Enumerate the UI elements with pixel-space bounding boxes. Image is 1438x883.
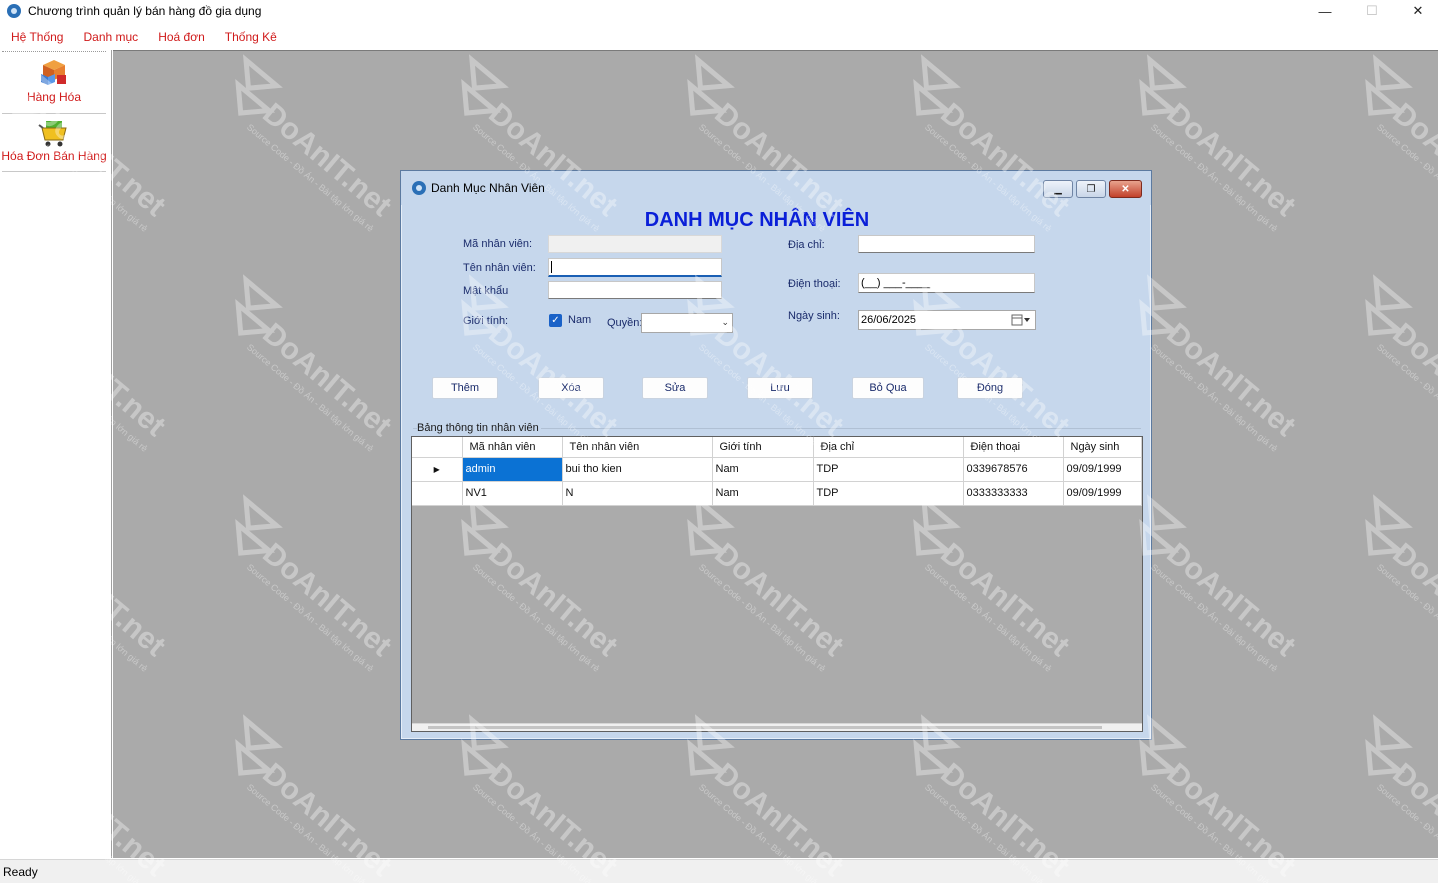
dia-chi-label: Địa chỉ: — [788, 239, 825, 251]
tool-hang-hoa[interactable]: Hàng Hóa — [0, 58, 108, 104]
column-header[interactable]: Ngày sinh — [1063, 437, 1142, 458]
calendar-icon — [1011, 314, 1030, 326]
ten-nhan-vien-label: Tên nhân viên: — [463, 262, 536, 274]
menu-bar: Hệ Thống Danh mục Hoá đơn Thống Kê — [0, 26, 1438, 48]
employee-window-title-bar: Danh Mục Nhân Viên ▁ ❐ ✕ — [401, 171, 1151, 205]
status-text: Ready — [3, 864, 38, 879]
menu-hoa-don[interactable]: Hoá đơn — [148, 30, 215, 44]
close-button[interactable]: ✕ — [1395, 0, 1438, 22]
row-header[interactable] — [412, 481, 463, 506]
table-cell[interactable]: admin — [462, 457, 563, 482]
table-cell[interactable]: TDP — [813, 457, 964, 482]
dong-button[interactable]: Đóng — [957, 377, 1023, 399]
table-cell[interactable]: bui tho kien — [562, 457, 713, 482]
tool-hoa-don-ban-hang[interactable]: Hóa Đơn Bán Hàng — [0, 119, 108, 163]
main-title-bar: Chương trình quản lý bán hàng đồ gia dụn… — [0, 0, 1438, 22]
table-cell[interactable]: Nam — [712, 481, 814, 506]
minimize-button[interactable]: — — [1302, 0, 1348, 22]
employee-form: DANH MỤC NHÂN VIÊN Mã nhân viên: Tên nhâ… — [407, 205, 1145, 732]
table-cell[interactable]: Nam — [712, 457, 814, 482]
gioi-tinh-checkbox[interactable]: ✓ — [549, 314, 562, 327]
shopping-cart-icon — [38, 121, 67, 147]
dien-thoai-field[interactable]: (__) ___-____ — [858, 273, 1035, 293]
grid-group-label: Bảng thông tin nhân viên — [417, 422, 541, 434]
table-cell[interactable]: 09/09/1999 — [1063, 481, 1142, 506]
ngay-sinh-label: Ngày sinh: — [788, 310, 840, 322]
tool-panel: Hàng Hóa Hóa Đơn Bán Hàng — [0, 50, 112, 858]
window-title: Chương trình quản lý bán hàng đồ gia dụn… — [28, 4, 262, 18]
employee-window-title: Danh Mục Nhân Viên — [431, 181, 545, 195]
text-caret — [551, 261, 552, 273]
tool-separator — [2, 113, 106, 114]
tool-separator — [2, 171, 106, 172]
column-header[interactable]: Giới tính — [712, 437, 814, 458]
table-cell[interactable]: NV1 — [462, 481, 563, 506]
ten-nhan-vien-field[interactable] — [548, 258, 722, 277]
employee-data-grid[interactable]: Mã nhân viên Tên nhân viên Giới tính Địa… — [411, 436, 1143, 732]
quyen-label: Quyền: — [607, 317, 643, 329]
xoa-button[interactable]: Xóa — [538, 377, 604, 399]
column-header[interactable]: Địa chỉ — [813, 437, 964, 458]
mat-khau-label: Mật khẩu — [463, 285, 509, 297]
maximize-button[interactable]: ☐ — [1349, 0, 1395, 22]
row-header-corner — [412, 437, 463, 458]
ma-nhan-vien-label: Mã nhân viên: — [463, 238, 533, 250]
tool-hoa-don-label: Hóa Đơn Bán Hàng — [1, 149, 107, 163]
table-row[interactable]: NV1 N Nam TDP 0333333333 09/09/1999 — [412, 481, 1142, 506]
table-cell[interactable]: N — [562, 481, 713, 506]
sua-button[interactable]: Sửa — [642, 377, 708, 399]
table-cell[interactable]: 09/09/1999 — [1063, 457, 1142, 482]
dia-chi-field[interactable] — [858, 235, 1035, 253]
child-close-button[interactable]: ✕ — [1109, 180, 1142, 198]
chevron-down-icon: ⌄ — [721, 317, 729, 327]
table-cell[interactable]: TDP — [813, 481, 964, 506]
menu-danh-muc[interactable]: Danh mục — [73, 30, 148, 44]
dien-thoai-label: Điện thoại: — [788, 278, 841, 290]
gioi-tinh-checkbox-label: Nam — [568, 314, 592, 326]
table-row[interactable]: ▶ admin bui tho kien Nam TDP 0339678576 … — [412, 457, 1142, 482]
window-icon — [412, 181, 426, 195]
menu-thong-ke[interactable]: Thống Kê — [215, 30, 287, 44]
status-bar: Ready — [0, 859, 1438, 883]
page-title: DANH MỤC NHÂN VIÊN — [644, 209, 870, 231]
column-header[interactable]: Tên nhân viên — [562, 437, 713, 458]
horizontal-scrollbar[interactable] — [412, 723, 1142, 731]
ngay-sinh-datepicker[interactable]: 26/06/2025 — [858, 310, 1036, 330]
bo-qua-button[interactable]: Bỏ Qua — [852, 377, 924, 399]
column-header[interactable]: Điện thoại — [963, 437, 1064, 458]
ngay-sinh-value: 26/06/2025 — [861, 314, 917, 326]
ma-nhan-vien-field[interactable] — [548, 235, 722, 253]
child-restore-button[interactable]: ❐ — [1076, 180, 1106, 198]
table-cell[interactable]: 0339678576 — [963, 457, 1064, 482]
app-icon — [7, 4, 21, 18]
child-minimize-button[interactable]: ▁ — [1043, 180, 1073, 198]
mat-khau-field[interactable] — [548, 281, 722, 299]
quyen-select[interactable]: ⌄ — [641, 313, 733, 333]
grid-header-row: Mã nhân viên Tên nhân viên Giới tính Địa… — [412, 437, 1142, 458]
them-button[interactable]: Thêm — [432, 377, 498, 399]
employee-window: Danh Mục Nhân Viên ▁ ❐ ✕ DANH MỤC NHÂN V… — [400, 170, 1152, 740]
luu-button[interactable]: Lưu — [747, 377, 813, 399]
tool-hang-hoa-label: Hàng Hóa — [26, 90, 82, 104]
grid-table: Mã nhân viên Tên nhân viên Giới tính Địa… — [412, 437, 1142, 506]
column-header[interactable]: Mã nhân viên — [462, 437, 563, 458]
current-row-indicator[interactable]: ▶ — [412, 457, 463, 482]
menu-he-thong[interactable]: Hệ Thống — [0, 30, 73, 44]
panel-grip — [2, 51, 106, 52]
boxes-icon — [41, 60, 66, 85]
gioi-tinh-label: Giới tính: — [463, 315, 509, 327]
table-cell[interactable]: 0333333333 — [963, 481, 1064, 506]
